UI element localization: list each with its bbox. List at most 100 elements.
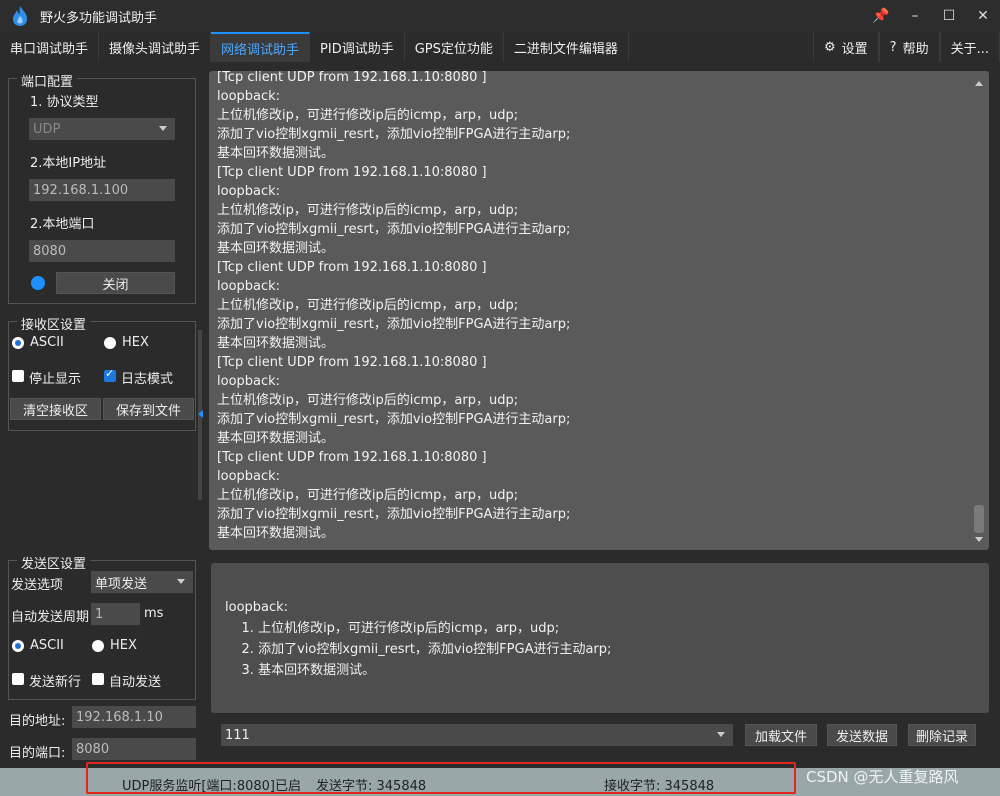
protocol-value: UDP <box>33 121 61 137</box>
close-icon[interactable]: ✕ <box>966 0 1000 32</box>
about-button[interactable]: 关于... <box>939 32 1000 62</box>
log-mode-checkbox[interactable] <box>104 367 116 382</box>
dest-addr-input[interactable]: 192.168.1.10 <box>72 706 196 728</box>
scroll-thumb[interactable] <box>974 505 984 533</box>
receive-line: 基本回环数据测试。 <box>217 146 335 161</box>
help-icon: ? <box>889 39 897 55</box>
dest-port-label: 目的端口: <box>9 746 66 761</box>
receive-line: loopback: <box>217 184 281 199</box>
receive-line: 基本回环数据测试。 <box>217 241 335 256</box>
send-newline-label: 发送新行 <box>29 675 82 690</box>
scroll-down-icon[interactable] <box>975 537 983 542</box>
chevron-down-icon <box>159 126 167 131</box>
flame-logo-icon <box>13 6 27 26</box>
receive-line: loopback: <box>217 374 281 389</box>
stop-display-label: 停止显示 <box>29 372 82 387</box>
settings-button[interactable]: ⚙ 设置 <box>813 32 879 62</box>
receive-line: [Tcp client UDP from 192.168.1.10:8080 ] <box>217 260 487 275</box>
clear-receive-button[interactable]: 清空接收区 <box>10 398 101 420</box>
title-bar: 野火多功能调试助手 📌 – ☐ ✕ <box>0 0 1000 32</box>
receive-textarea[interactable]: [Tcp client UDP from 192.168.1.10:8080 ]… <box>209 71 989 550</box>
recv-hex-radio[interactable] <box>104 337 116 349</box>
send-data-button[interactable]: 发送数据 <box>827 724 897 746</box>
receive-line: [Tcp client UDP from 192.168.1.10:8080 ] <box>217 71 487 85</box>
auto-send-checkbox[interactable] <box>92 673 104 685</box>
local-port-input[interactable]: 8080 <box>29 240 175 262</box>
receive-line: loopback: <box>217 469 281 484</box>
receive-line: [Tcp client UDP from 192.168.1.10:8080 ] <box>217 165 487 180</box>
tab-bar: 串口调试助手 摄像头调试助手 网络调试助手 PID调试助手 GPS定位功能 二进… <box>0 32 1000 62</box>
local-ip-input[interactable]: 192.168.1.100 <box>29 179 175 201</box>
receive-scrollbar[interactable] <box>973 79 985 544</box>
receive-line: 上位机修改ip，可进行修改ip后的icmp，arp，udp; <box>217 203 519 218</box>
load-file-button[interactable]: 加载文件 <box>745 724 817 746</box>
receive-line: 基本回环数据测试。 <box>217 431 335 446</box>
window-controls: 📌 – ☐ ✕ <box>864 0 1000 32</box>
csdn-watermark: CSDN @无人重复路风 <box>806 768 959 786</box>
minimize-icon[interactable]: – <box>898 0 932 32</box>
send-option-label: 发送选项 <box>11 578 64 593</box>
dest-port-input[interactable]: 8080 <box>72 738 196 760</box>
tab-gps[interactable]: GPS定位功能 <box>405 32 504 62</box>
send-line: 2. 添加了vio控制xgmii_resrt，添加vio控制FPGA进行主动ar… <box>225 642 612 657</box>
recv-ascii-radio[interactable] <box>12 337 24 349</box>
port-config-title: 端口配置 <box>17 71 78 90</box>
pin-icon[interactable]: 📌 <box>864 0 898 32</box>
tab-binary-editor[interactable]: 二进制文件编辑器 <box>504 32 629 62</box>
help-button[interactable]: ? 帮助 <box>878 32 940 62</box>
send-hex-radio[interactable] <box>92 640 104 652</box>
protocol-select[interactable]: UDP <box>29 118 175 140</box>
receive-line: 上位机修改ip，可进行修改ip后的icmp，arp，udp; <box>217 298 519 313</box>
send-ascii-radio[interactable] <box>12 640 24 652</box>
help-label: 帮助 <box>902 41 929 57</box>
send-textarea[interactable]: loopback: 1. 上位机修改ip，可进行修改ip后的icmp，arp，u… <box>211 563 989 713</box>
tab-network[interactable]: 网络调试助手 <box>211 32 311 62</box>
sent-bytes: 发送字节: 345848 <box>316 779 427 794</box>
send-history-value: 111 <box>225 727 250 743</box>
maximize-icon[interactable]: ☐ <box>932 0 966 32</box>
local-port-label: 2.本地端口 <box>30 217 95 232</box>
connection-status-indicator <box>31 276 45 290</box>
recv-ascii-label: ASCII <box>30 335 64 350</box>
receive-line: 添加了vio控制xgmii_resrt，添加vio控制FPGA进行主动arp; <box>217 127 571 142</box>
receive-line: loopback: <box>217 279 281 294</box>
send-line: 3. 基本回环数据测试。 <box>225 663 376 678</box>
save-to-file-button[interactable]: 保存到文件 <box>103 398 194 420</box>
send-content: loopback: 1. 上位机修改ip，可进行修改ip后的icmp，arp，u… <box>225 597 611 681</box>
stop-display-checkbox[interactable] <box>12 370 24 382</box>
receive-line: 基本回环数据测试。 <box>217 336 335 351</box>
receive-line: 上位机修改ip，可进行修改ip后的icmp，arp，udp; <box>217 393 519 408</box>
tab-serial[interactable]: 串口调试助手 <box>0 32 100 62</box>
tab-camera[interactable]: 摄像头调试助手 <box>99 32 212 62</box>
period-unit-label: ms <box>144 606 164 621</box>
send-newline-checkbox[interactable] <box>12 673 24 685</box>
scroll-up-icon[interactable] <box>975 81 983 86</box>
receive-line: [Tcp client UDP from 192.168.1.10:8080 ] <box>217 355 487 370</box>
listen-status: UDP服务监听[端口:8080]已启动 <box>122 779 300 794</box>
protocol-label: 1. 协议类型 <box>30 95 99 110</box>
delete-record-button[interactable]: 删除记录 <box>908 724 976 746</box>
send-option-select[interactable]: 单项发送 <box>91 571 193 593</box>
auto-send-period-input[interactable]: 1 <box>91 603 140 625</box>
log-mode-label: 日志模式 <box>121 372 174 387</box>
receive-lines: [Tcp client UDP from 192.168.1.10:8080 ]… <box>217 71 957 543</box>
receive-line: 添加了vio控制xgmii_resrt，添加vio控制FPGA进行主动arp; <box>217 222 571 237</box>
local-ip-label: 2.本地IP地址 <box>30 156 107 171</box>
send-line: 1. 上位机修改ip，可进行修改ip后的icmp，arp，udp; <box>225 621 560 636</box>
send-ascii-label: ASCII <box>30 638 64 653</box>
close-connection-button[interactable]: 关闭 <box>56 272 175 294</box>
receive-line: 添加了vio控制xgmii_resrt，添加vio控制FPGA进行主动arp; <box>217 317 571 332</box>
chevron-down-icon <box>717 732 725 737</box>
auto-send-label: 自动发送 <box>109 675 162 690</box>
recv-config-title: 接收区设置 <box>17 314 91 333</box>
receive-line: [Tcp client UDP from 192.168.1.10:8080 ] <box>217 450 487 465</box>
splitter-arrow-icon[interactable] <box>198 410 203 418</box>
auto-send-period-label: 自动发送周期 <box>11 610 90 625</box>
tab-pid[interactable]: PID调试助手 <box>310 32 405 62</box>
receive-line: 添加了vio控制xgmii_resrt，添加vio控制FPGA进行主动arp; <box>217 507 571 522</box>
send-history-select[interactable]: 111 <box>221 724 733 746</box>
send-option-value: 单项发送 <box>95 576 148 592</box>
receive-line: loopback: <box>217 89 281 104</box>
settings-label: 设置 <box>841 41 868 57</box>
dest-addr-label: 目的地址: <box>9 714 66 729</box>
